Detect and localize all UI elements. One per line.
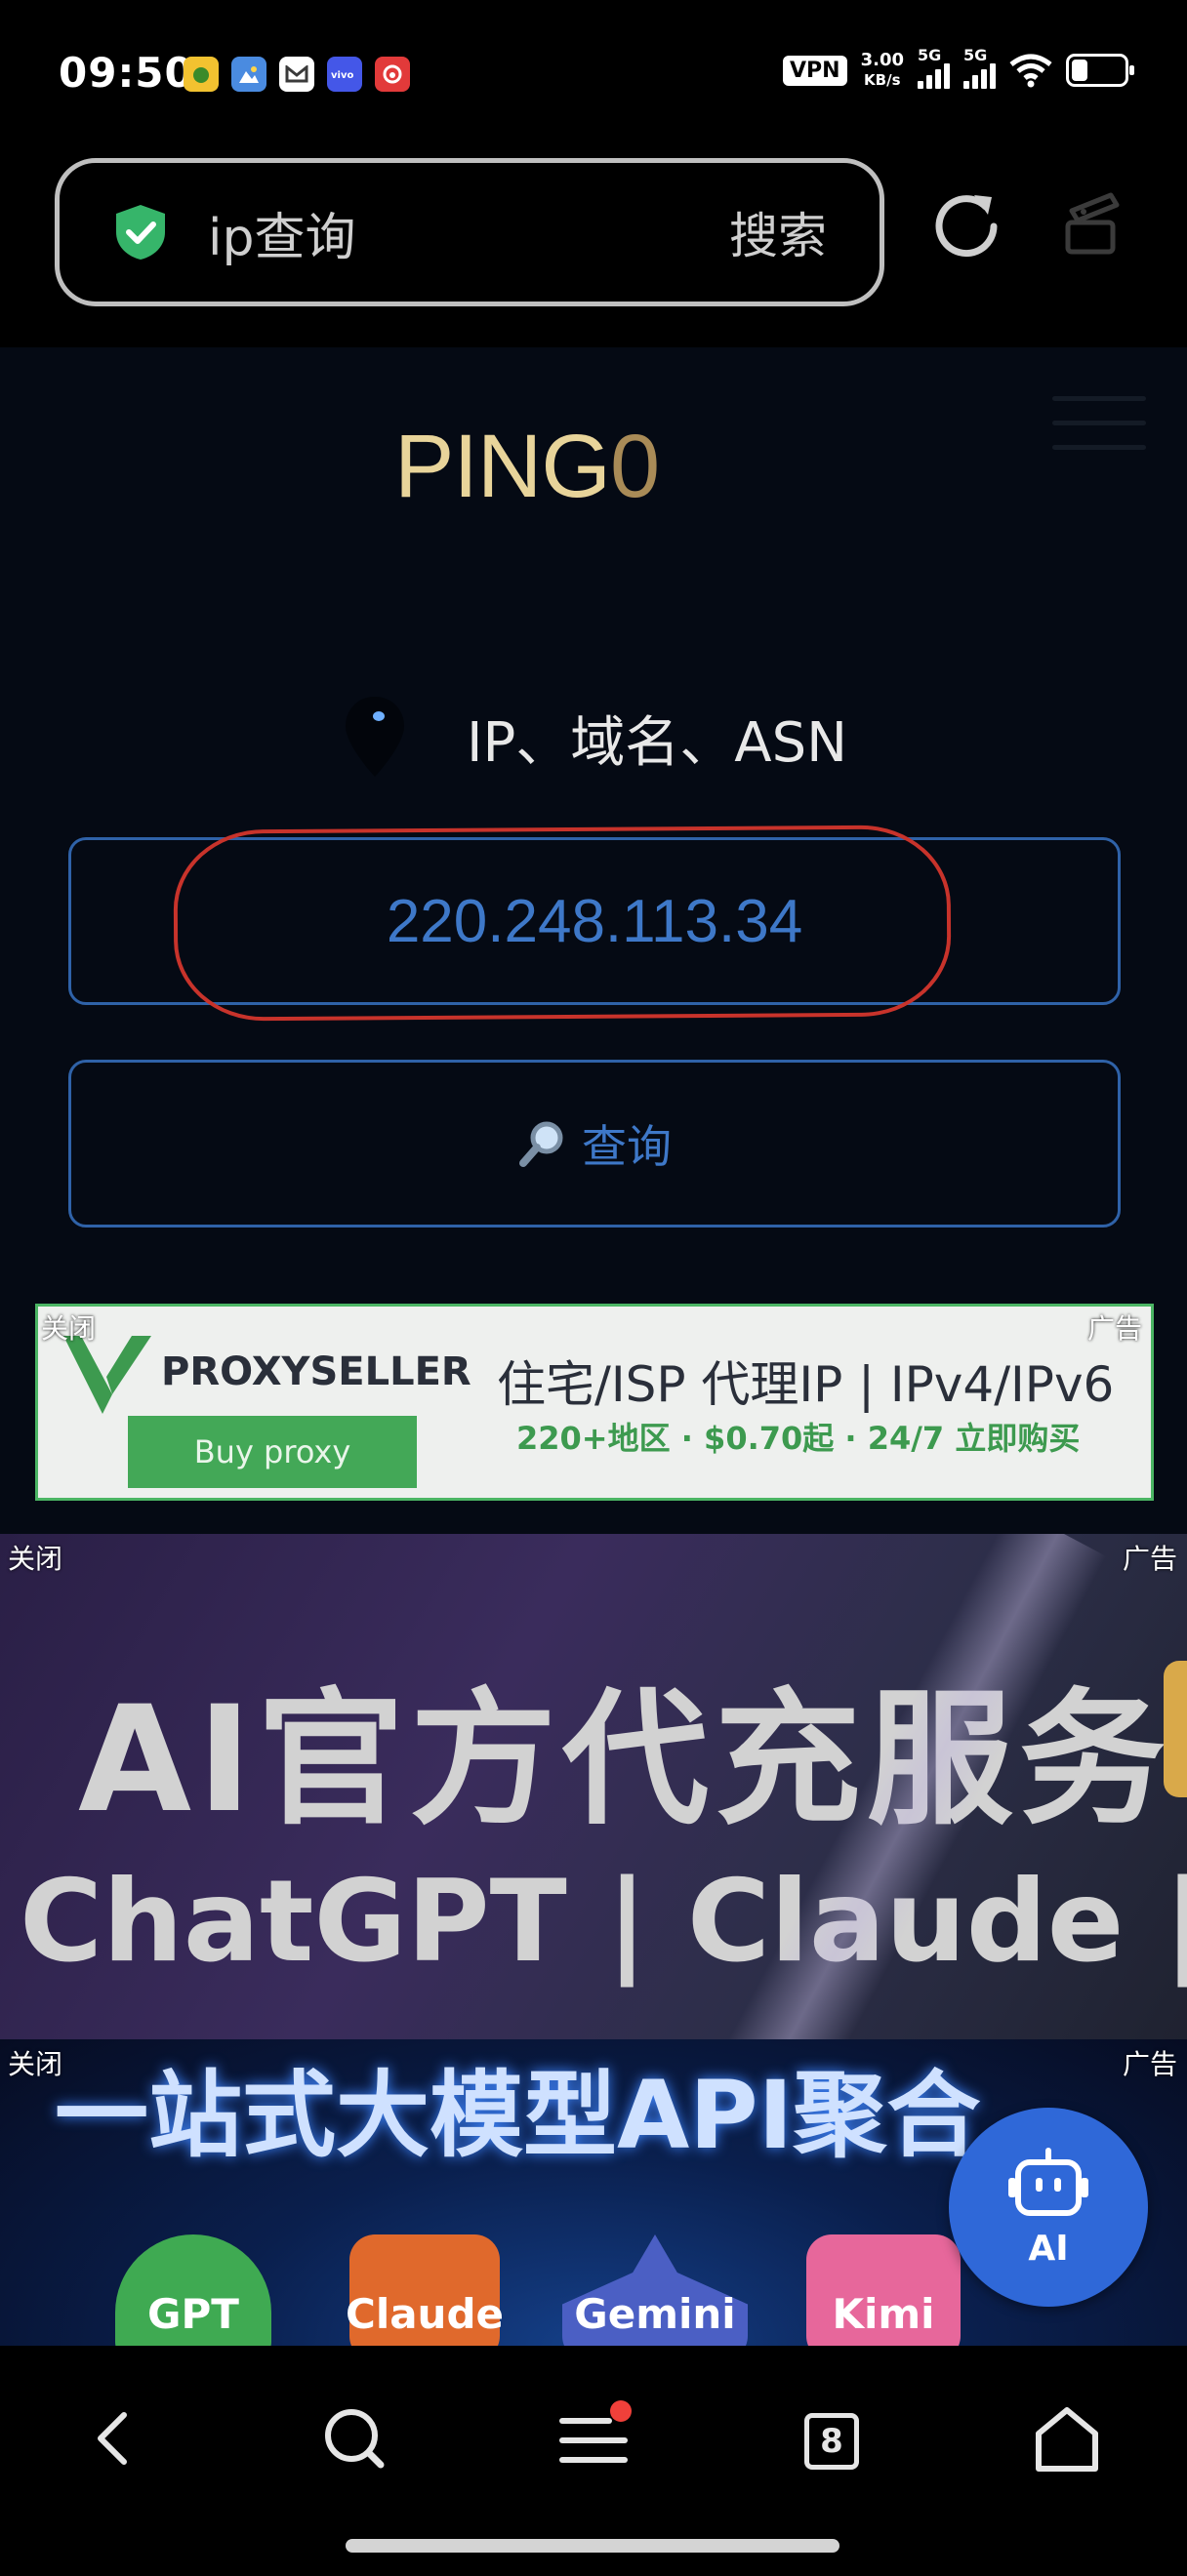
ad-subline: ChatGPT | Claude | C xyxy=(20,1856,1187,1988)
menu-lines-icon xyxy=(559,2400,632,2463)
ad-decoration xyxy=(1164,1661,1187,1797)
buy-proxy-button[interactable]: Buy proxy xyxy=(128,1416,417,1488)
ad-subline: 220+地区 · $0.70起 · 24/7 立即购买 xyxy=(516,1420,1081,1457)
status-time: 09:50 xyxy=(59,49,194,97)
tab-count-icon: 8 xyxy=(804,2413,859,2470)
back-button[interactable] xyxy=(72,2395,160,2482)
address-bar[interactable]: ip查询 搜索 xyxy=(55,158,884,306)
home-icon xyxy=(1036,2407,1098,2472)
signal-2-label: 5G xyxy=(963,46,988,64)
proxyseller-ad[interactable]: PROXYSELLER 住宅/ISP 代理IP | IPv4/IPv6 220+… xyxy=(35,1304,1154,1501)
security-shield-icon xyxy=(116,205,165,260)
red-annotation-circle xyxy=(173,825,952,1022)
gallery-icon xyxy=(231,57,266,92)
refresh-icon[interactable] xyxy=(927,185,1005,263)
notification-icons: vivo xyxy=(184,57,410,92)
netease-music-icon xyxy=(375,57,410,92)
ad-brand: PROXYSELLER xyxy=(161,1349,471,1394)
magnifier-icon xyxy=(519,1121,563,1167)
net-speed-value: 3.00 xyxy=(860,50,904,70)
net-speed-unit: KB/s xyxy=(864,71,901,89)
status-bar: 09:50 vivo VPN 3.00 KB/s 5G 5G xyxy=(0,0,1187,146)
net-speed: 3.00 KB/s xyxy=(861,51,904,90)
robot-icon xyxy=(1008,2147,1088,2216)
model-claude-chip: Claude xyxy=(346,2234,504,2346)
logo-part-1: PING xyxy=(394,417,611,516)
vpn-badge: VPN xyxy=(783,55,847,86)
site-logo[interactable]: PING0 xyxy=(394,416,660,518)
ad-tag: 广告 xyxy=(1123,2048,1178,2080)
wifi-icon xyxy=(1009,54,1052,88)
ad-headline: 一站式大模型API聚合 xyxy=(55,2061,981,2170)
app-yellow-icon xyxy=(184,57,219,92)
query-button-label: 查询 xyxy=(582,1120,672,1173)
battery-icon xyxy=(1066,54,1134,87)
location-pin-icon xyxy=(346,697,404,777)
search-button[interactable]: 搜索 xyxy=(729,197,827,267)
ad-close-button[interactable]: 关闭 xyxy=(41,1308,96,1347)
query-button[interactable]: 查询 xyxy=(68,1060,1121,1228)
ad-slogan: 住宅/ISP 代理IP | IPv4/IPv6 xyxy=(497,1356,1115,1413)
model-gpt-chip: GPT xyxy=(115,2234,271,2346)
address-bar-query: ip查询 xyxy=(208,208,356,267)
signal-2-icon: 5G xyxy=(963,46,996,89)
search-nav-button[interactable] xyxy=(310,2395,398,2482)
svg-text:vivo: vivo xyxy=(331,70,353,79)
search-icon xyxy=(325,2409,385,2469)
signal-1-label: 5G xyxy=(918,46,942,64)
ai-button-label: AI xyxy=(1028,2228,1069,2269)
ad-headline: AI官方代充服务 xyxy=(78,1675,1171,1845)
gesture-home-indicator[interactable] xyxy=(346,2539,839,2553)
back-arrow-icon xyxy=(98,2412,127,2465)
ad-close-button[interactable]: 关闭 xyxy=(8,1538,62,1577)
model-gemini-chip: Gemini xyxy=(562,2234,748,2346)
status-right: VPN 3.00 KB/s 5G 5G xyxy=(783,46,1134,90)
menu-nav-button[interactable] xyxy=(550,2395,637,2482)
vivo-icon: vivo xyxy=(327,57,362,92)
incognito-icon[interactable] xyxy=(1054,187,1132,265)
gmail-icon xyxy=(279,57,314,92)
bottom-navigation: 8 xyxy=(0,2346,1187,2576)
query-type-label: IP、域名、ASN xyxy=(467,711,848,775)
model-kimi-chip: Kimi xyxy=(806,2234,961,2346)
ad-tag: 广告 xyxy=(1087,1312,1143,1345)
ai-assistant-button[interactable]: AI xyxy=(949,2108,1148,2307)
browser-toolbar: ip查询 搜索 xyxy=(0,146,1187,347)
tabs-button[interactable]: 8 xyxy=(786,2395,874,2482)
ai-recharge-ad[interactable]: AI官方代充服务 ChatGPT | Claude | C xyxy=(0,1534,1187,2039)
logo-part-2: 0 xyxy=(609,417,660,516)
ad-tag: 广告 xyxy=(1123,1543,1178,1575)
home-button[interactable] xyxy=(1023,2395,1111,2482)
menu-icon[interactable] xyxy=(1052,396,1146,474)
web-page: PING0 IP、域名、ASN 220.248.113.34 查询 PROXYS… xyxy=(0,347,1187,2346)
ad-close-button[interactable]: 关闭 xyxy=(8,2043,62,2082)
signal-1-icon: 5G xyxy=(918,46,950,89)
